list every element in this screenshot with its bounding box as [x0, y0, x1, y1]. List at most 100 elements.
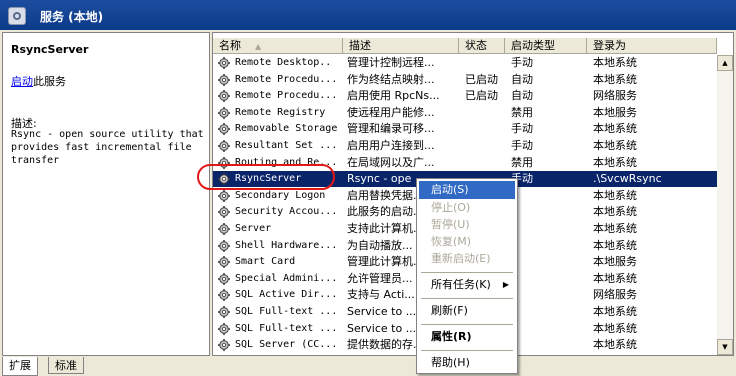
service-startup-type [511, 221, 593, 237]
menu-pause[interactable]: 暂停(U) [419, 216, 515, 234]
service-name: RsyncServer [235, 173, 302, 185]
context-menu: 启动(S) 停止(O) 暂停(U) 恢复(M) 重新启动(E) 所有任务(K) … [416, 178, 518, 374]
tab-extended[interactable]: 扩展 [2, 357, 38, 376]
menu-separator [421, 298, 513, 299]
service-startup-type [511, 337, 593, 353]
service-status: 已启动 [465, 89, 498, 103]
service-name: Security Accou... [235, 206, 338, 218]
service-startup-type [511, 254, 593, 270]
table-row[interactable]: Resultant Set ... 启用用户连接到... 手动 本地系统 [213, 138, 733, 154]
menu-resume[interactable]: 恢复(M) [419, 233, 515, 251]
service-startup-type: 禁用 [511, 155, 533, 169]
service-name: Remote Desktop.. [235, 57, 332, 68]
table-row[interactable]: Remote Procedu... 作为终结点映射... 已启动 自动 本地系统 [213, 72, 733, 88]
services-icon [8, 7, 26, 25]
menu-all-tasks[interactable]: 所有任务(K) ▶ [419, 276, 515, 294]
column-header-description[interactable]: 描述 [343, 38, 459, 54]
table-row[interactable]: Remote Procedu... 启用使用 RpcNs... 已启动 自动 网络服务 [213, 88, 733, 104]
service-logon: 本地系统 [593, 56, 637, 69]
service-gear-icon [218, 272, 230, 285]
service-desc: 管理和编录可移... [347, 122, 435, 136]
service-startup-type: 手动 [511, 139, 533, 152]
tab-standard[interactable]: 标准 [48, 357, 84, 374]
extended-view-pane: RsyncServer 启动此服务 描述: Rsync - open sourc… [2, 32, 210, 356]
service-desc: 启用使用 RpcNs... [347, 89, 440, 103]
window-title-bar: 服务 (本地) [0, 0, 736, 30]
menu-start[interactable]: 启动(S) [419, 181, 515, 199]
service-logon: 本地系统 [593, 72, 637, 86]
service-startup-type: 自动 [511, 72, 533, 86]
service-status [465, 155, 515, 171]
start-service-link[interactable]: 启动 [11, 75, 33, 88]
menu-stop[interactable]: 停止(O) [419, 199, 515, 217]
sort-ascending-icon: ▲ [255, 42, 262, 51]
service-gear-icon [218, 156, 230, 169]
service-logon: 本地服务 [593, 255, 637, 269]
service-desc: 作为终结点映射... [347, 72, 435, 86]
menu-refresh[interactable]: 刷新(F) [419, 302, 515, 320]
service-name: SQL Full-text ... [235, 322, 338, 334]
column-header-startup-type[interactable]: 启动类型 [505, 38, 587, 54]
service-gear-icon [218, 339, 230, 352]
service-logon: .\SvcwRsync [593, 172, 662, 186]
scroll-down-icon[interactable]: ▼ [717, 339, 733, 355]
service-gear-icon [218, 239, 230, 252]
service-logon: 本地系统 [593, 338, 637, 352]
service-gear-icon [218, 123, 230, 136]
service-desc: 使远程用户能修... [347, 105, 435, 119]
scroll-up-icon[interactable]: ▲ [717, 55, 733, 71]
service-name: SQL Full-text ... [235, 306, 338, 317]
service-name: SQL Active Dir... [235, 289, 338, 301]
service-logon: 本地系统 [593, 188, 637, 202]
service-status [465, 55, 515, 71]
service-name: Smart Card [235, 256, 296, 268]
table-row[interactable]: Routing and Re... 在局域网以及广... 禁用 本地系统 [213, 155, 733, 171]
service-startup-type: 手动 [511, 122, 533, 136]
service-logon: 本地系统 [593, 321, 637, 335]
service-gear-icon [218, 256, 230, 269]
service-desc: 启用用户连接到... [347, 139, 435, 152]
service-logon: 本地系统 [593, 122, 637, 136]
menu-help[interactable]: 帮助(H) [419, 354, 515, 372]
service-gear-icon [218, 106, 230, 119]
table-row[interactable]: Remote Registry 使远程用户能修... 禁用 本地服务 [213, 105, 733, 121]
menu-restart[interactable]: 重新启动(E) [419, 250, 515, 268]
service-desc: 管理计控制远程... [347, 56, 435, 69]
column-header-name[interactable]: 名称 ▲ [213, 38, 343, 54]
service-logon: 本地系统 [593, 155, 637, 169]
service-name: Routing and Re... [235, 156, 338, 168]
action-suffix: 此服务 [33, 75, 66, 88]
column-header-logon-as[interactable]: 登录为 [587, 38, 717, 54]
service-startup-type [511, 188, 593, 204]
service-logon: 本地系统 [593, 238, 637, 252]
service-name: Remote Registry [235, 106, 326, 118]
service-name: Removable Storage [235, 123, 338, 135]
menu-separator [421, 272, 513, 273]
table-row[interactable]: Removable Storage 管理和编录可移... 手动 本地系统 [213, 121, 733, 137]
list-header: 名称 ▲ 描述 状态 启动类型 登录为 [213, 38, 733, 55]
service-name: Secondary Logon [235, 189, 326, 201]
service-gear-icon [218, 189, 230, 202]
service-logon: 网络服务 [593, 288, 637, 302]
service-gear-icon [218, 223, 230, 235]
service-startup-type: 手动 [511, 56, 533, 69]
vertical-scrollbar[interactable]: ▲ ▼ [717, 55, 733, 355]
service-status [465, 105, 515, 121]
service-startup-type [511, 287, 593, 303]
menu-properties[interactable]: 属性(R) [419, 328, 515, 346]
service-startup-type [511, 204, 593, 220]
service-name: Shell Hardware... [235, 239, 338, 251]
service-gear-icon [218, 206, 230, 219]
menu-separator [421, 324, 513, 325]
service-name: Remote Procedu... [235, 90, 338, 102]
service-startup-type [511, 304, 593, 320]
table-row[interactable]: Remote Desktop.. 管理计控制远程... 手动 本地系统 [213, 55, 733, 71]
service-logon: 网络服务 [593, 89, 637, 103]
column-header-status[interactable]: 状态 [459, 38, 505, 54]
service-gear-icon [218, 90, 230, 103]
service-startup-type: 自动 [511, 89, 533, 103]
service-status [465, 138, 515, 154]
service-desc: 在局域网以及广... [347, 155, 435, 169]
service-logon: 本地系统 [593, 271, 637, 285]
submenu-arrow-icon: ▶ [502, 280, 509, 289]
